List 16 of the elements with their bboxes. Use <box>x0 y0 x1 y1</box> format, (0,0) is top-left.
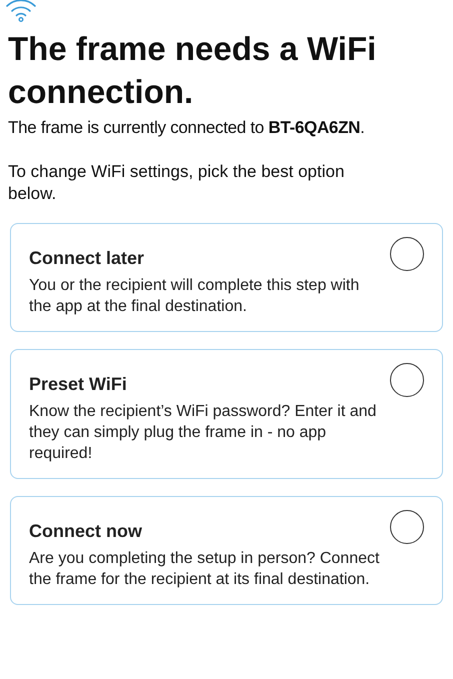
option-description: You or the recipient will complete this step with the app at the final destination. <box>29 276 360 317</box>
radio-button[interactable] <box>390 237 424 271</box>
option-card[interactable]: Connect now Are you completing the setup in person? Connect the frame for the recipient at its final destination. <box>10 496 443 605</box>
option-card[interactable]: Preset WiFi Know the recipient’s WiFi password? Enter it and they can simply plug the frame in - no app required! <box>10 349 443 479</box>
instruction-text: To change WiFi settings, pick the best option below. <box>8 161 346 205</box>
option-description: Know the recipient’s WiFi password? Enter it and they can simply plug the frame in - no app required! <box>29 402 378 464</box>
wifi-icon <box>4 0 38 22</box>
option-title: Preset WiFi <box>29 374 127 394</box>
radio-button[interactable] <box>390 363 424 397</box>
option-title: Connect now <box>29 521 142 541</box>
option-card[interactable]: Connect later You or the recipient will complete this step with the app at the final destination. <box>10 223 443 332</box>
radio-button[interactable] <box>390 510 424 544</box>
option-description: Are you completing the setup in person? Connect the frame for the recipient at its final destination. <box>29 549 380 590</box>
option-title: Connect later <box>29 248 144 268</box>
page-title: The frame needs a WiFi connection. <box>8 29 378 112</box>
connection-status: The frame is currently connected to BT-6QA6ZN. <box>8 117 366 139</box>
